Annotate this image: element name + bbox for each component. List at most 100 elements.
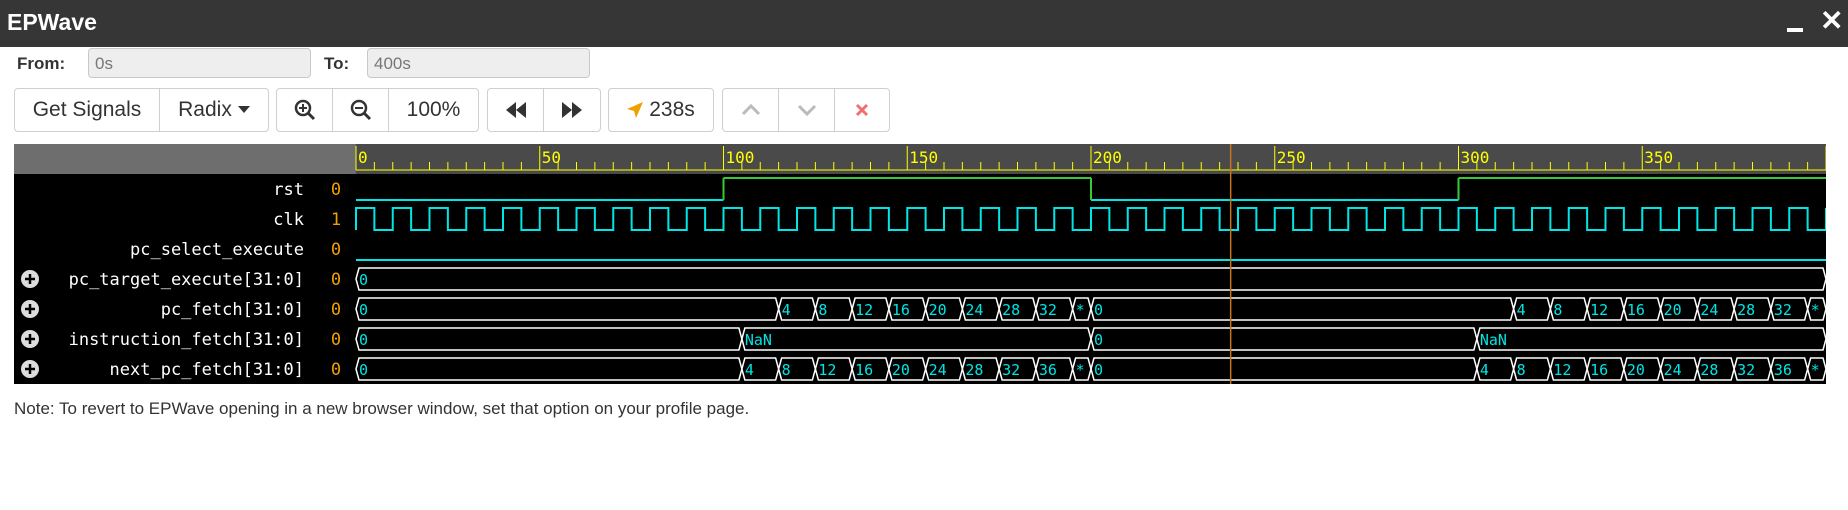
expand-signal-icon[interactable] (21, 270, 39, 288)
to-field[interactable]: 400s (367, 48, 590, 78)
bus-value-label: NaN (1480, 331, 1507, 349)
bus-value-label: 28 (1737, 301, 1755, 319)
clock-waveform (355, 207, 1826, 231)
bus-value-label: 32 (1774, 301, 1792, 319)
bus-value-label: 24 (929, 361, 947, 379)
bus-value-label: 28 (1700, 361, 1718, 379)
get-signals-button[interactable]: Get Signals (15, 89, 160, 131)
ruler-tick-label: 100 (726, 148, 755, 167)
to-label: To: (324, 54, 350, 73)
signal-value: 1 (331, 210, 341, 230)
ruler-tick-label: 300 (1461, 148, 1490, 167)
bus-value-label: * (1811, 361, 1820, 379)
bus-value-label: 28 (1002, 301, 1020, 319)
signal-value: 0 (331, 240, 341, 260)
ruler-tick-label: 50 (542, 148, 561, 167)
jump-start-button[interactable] (488, 89, 544, 131)
zoom-level-button[interactable]: 100% (389, 89, 478, 131)
signal-value: 0 (331, 180, 341, 200)
bus-value-label: 12 (855, 301, 873, 319)
signal-name[interactable]: pc_target_execute[31:0] (69, 270, 304, 290)
zoom-level-label: 100% (406, 98, 461, 121)
signal-value: 0 (331, 270, 341, 290)
fast-forward-icon (561, 102, 583, 118)
zoom-in-button[interactable] (277, 89, 333, 131)
jump-end-button[interactable] (544, 89, 600, 131)
chevron-up-icon (741, 104, 761, 116)
signal-name[interactable]: clk (273, 210, 304, 230)
bus-value-label: NaN (745, 331, 772, 349)
bus-value-label: 0 (359, 271, 368, 289)
radix-dropdown[interactable]: Radix (160, 89, 268, 131)
signal-value: 0 (331, 360, 341, 380)
radix-label: Radix (178, 98, 232, 121)
bus-value-label: 32 (1002, 361, 1020, 379)
bus-value-label: 0 (1094, 361, 1103, 379)
bus-value-label: 4 (1517, 301, 1526, 319)
signal-value: 0 (331, 330, 341, 350)
bus-value-label: 4 (1480, 361, 1489, 379)
signal-name[interactable]: instruction_fetch[31:0] (69, 330, 304, 350)
move-down-button[interactable] (779, 89, 835, 131)
bus-value-label: 28 (965, 361, 983, 379)
bus-value-label: * (1076, 301, 1085, 319)
signal-name[interactable]: pc_fetch[31:0] (161, 300, 304, 320)
bus-value-label: 4 (745, 361, 754, 379)
expand-signal-icon[interactable] (21, 300, 39, 318)
zoom-in-icon (294, 99, 316, 121)
bus-value-label: 24 (965, 301, 983, 319)
signal-name[interactable]: next_pc_fetch[31:0] (110, 360, 304, 380)
zoom-out-icon (350, 99, 372, 121)
bus-value-label: 16 (892, 301, 910, 319)
remove-icon (855, 103, 869, 117)
expand-signal-icon[interactable] (21, 330, 39, 348)
remove-signal-button[interactable] (835, 89, 889, 131)
ruler-tick-label: 0 (358, 148, 368, 167)
zoom-out-button[interactable] (333, 89, 389, 131)
close-icon[interactable]: ✕ (1820, 6, 1843, 36)
bus-value-label: 20 (929, 301, 947, 319)
bus-value-label: 12 (1590, 301, 1608, 319)
bus-value-label: 8 (782, 361, 791, 379)
bus-value-label: 24 (1700, 301, 1718, 319)
footer-note: Note: To revert to EPWave opening in a n… (14, 399, 750, 418)
ruler-tick-label: 150 (909, 148, 938, 167)
bus-value-label: 0 (359, 331, 368, 349)
waveform-viewer[interactable]: 0 50 100 150 200 250 300 350rst 0clk 1pc_select_e… (14, 144, 1826, 384)
bus-value-label: 16 (1627, 301, 1645, 319)
bus-value-label: 32 (1039, 301, 1057, 319)
fast-backward-icon (505, 102, 527, 118)
bus-value-label: 0 (1094, 331, 1103, 349)
signal-value: 0 (331, 300, 341, 320)
minimize-icon[interactable] (1787, 18, 1803, 32)
location-arrow-icon (627, 102, 644, 118)
bus-value-label: 36 (1039, 361, 1057, 379)
cursor-time-button[interactable]: 238s (609, 89, 713, 131)
bus-value-label: 20 (1664, 301, 1682, 319)
signal-edit-button-group (722, 88, 890, 132)
bus-value-label: 0 (1094, 301, 1103, 319)
bus-value-label: * (1811, 301, 1820, 319)
bus-value-label: 20 (1627, 361, 1645, 379)
signals-button-group: Get Signals Radix (14, 88, 269, 132)
bus-value-label: 16 (855, 361, 873, 379)
chevron-down-icon (797, 104, 817, 116)
app-title: EPWave (7, 9, 97, 35)
move-up-button[interactable] (723, 89, 779, 131)
signal-name[interactable]: rst (273, 180, 304, 200)
title-bar: EPWave ✕ (0, 0, 1848, 47)
zoom-button-group: 100% (276, 88, 479, 132)
get-signals-label: Get Signals (32, 98, 142, 121)
bus-value-label: 8 (818, 301, 827, 319)
bus-value-label: 4 (782, 301, 791, 319)
bus-value-label: 8 (1517, 361, 1526, 379)
bus-value-label: 20 (892, 361, 910, 379)
bus-value-label: 12 (818, 361, 836, 379)
cursor-button-group: 238s (608, 88, 714, 132)
from-field[interactable]: 0s (88, 48, 311, 78)
ruler-tick-label: 350 (1644, 148, 1673, 167)
expand-signal-icon[interactable] (21, 360, 39, 378)
bus-value-label: * (1076, 361, 1085, 379)
signal-name[interactable]: pc_select_execute (130, 240, 304, 260)
from-label: From: (17, 54, 66, 73)
